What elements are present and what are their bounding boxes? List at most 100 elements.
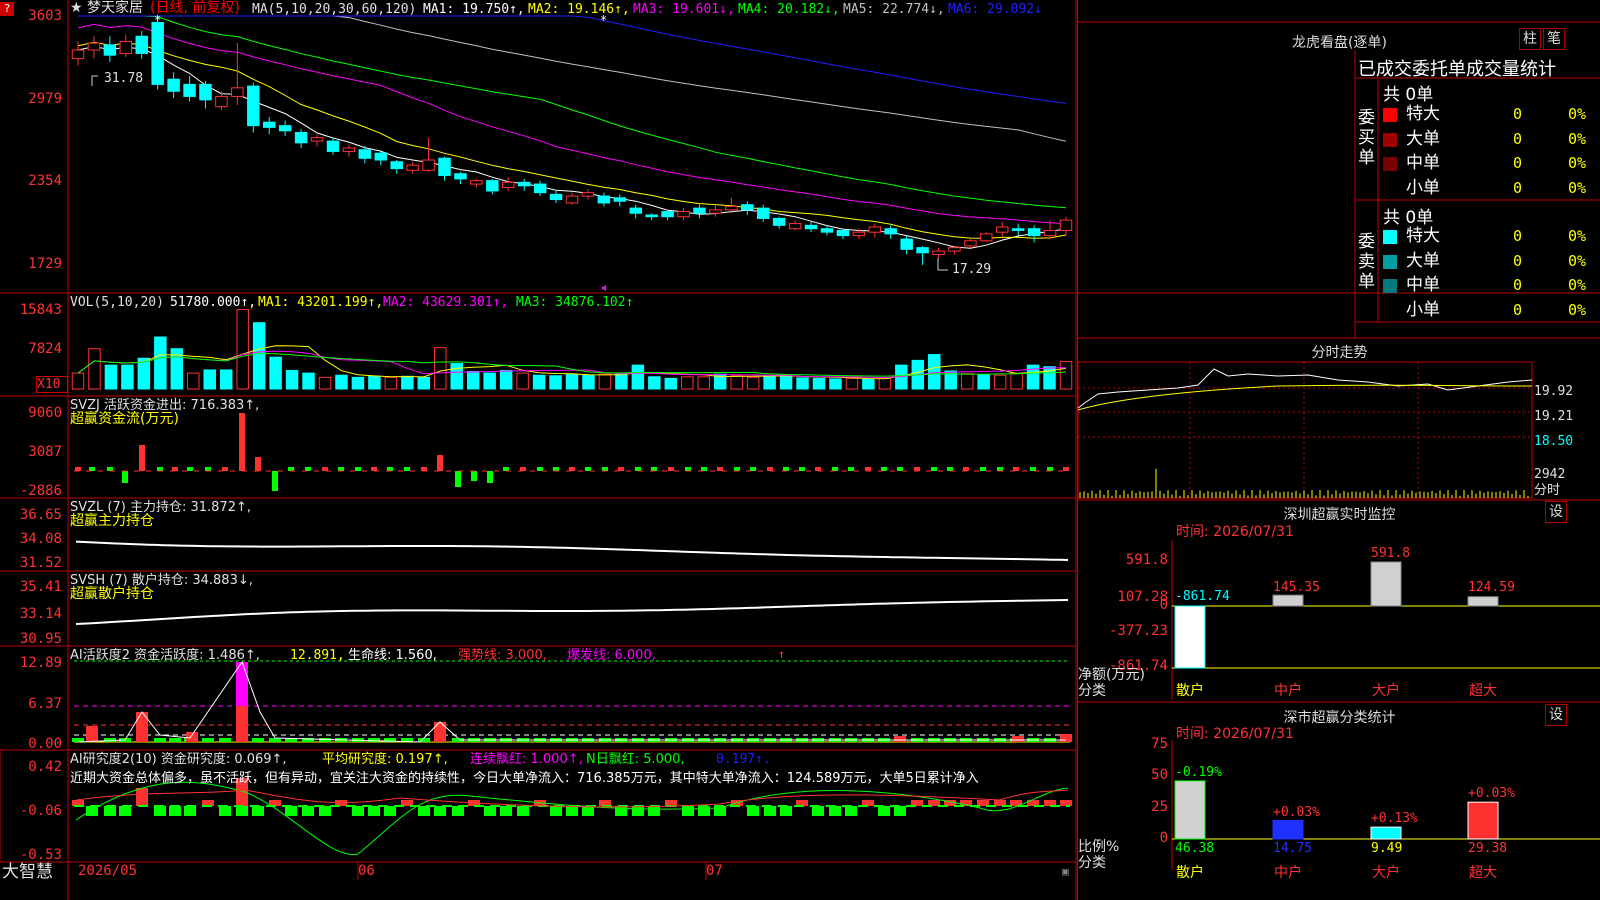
activity-bar [368,738,380,742]
candle-body [565,195,579,204]
candle-body [533,183,547,194]
ai2-v5: 0.197↑. [716,752,771,767]
volume-bar [779,374,793,390]
period-label[interactable]: (日线, 前复权) [150,1,240,16]
research-bar [119,806,131,816]
vol-unit-badge[interactable]: X10 [36,376,68,393]
volume-bar [829,378,842,390]
order-size-label: 大单 [1406,128,1440,149]
candle-body [326,140,340,152]
volume-bar [203,369,216,390]
brand-label: 大智慧 [2,862,53,882]
ai1-tick: 12.89 [19,655,62,671]
candle-body [804,224,818,230]
intraday-avg-line [1078,384,1533,411]
sz-monitor-bar-label: -861.74 [1175,589,1230,604]
volume-bar [681,376,694,390]
order-percent: 0% [1568,178,1587,197]
volume-bar [121,364,134,390]
main-holding-line [75,540,1069,561]
ma-line-4 [78,15,1067,209]
research-bar [384,806,396,816]
candle-body [549,193,563,201]
sz-stats-category: 散户 [1176,865,1204,881]
candle-body [756,207,770,219]
activity-bar [136,712,148,742]
svzl-tick: 36.65 [19,507,62,523]
fund-flow-bar [272,471,278,491]
sz-monitor-settings-button[interactable]: 设 [1545,501,1567,523]
research-bar [894,806,906,816]
ma2-value: MA2: 19.146↑, [528,2,630,17]
order-count: 0 [1513,105,1523,123]
fund-flow-bar [815,467,821,471]
candle-body [661,211,674,218]
fund-flow-bar [635,467,641,471]
svsh-tick: 33.14 [19,606,62,622]
sz-monitor-bar [1467,596,1499,607]
sz-stats-change-label: +0.13% [1371,811,1418,827]
candle-body [502,181,515,188]
svsh-sub: 超赢散户持仓 [70,586,154,602]
svzj-tick: 3087 [28,444,62,460]
research-bar [582,806,594,816]
research-bar [845,806,857,816]
sz-stats-category: 大户 [1372,865,1400,881]
ai1-tick: 0.00 [28,736,62,752]
research-bar [500,806,512,816]
order-size-label: 小单 [1406,177,1440,198]
fund-flow-bar [355,467,361,471]
sz-stats-bar [1174,780,1206,840]
fund-flow-bar [187,467,193,471]
research-bar [747,806,759,816]
fund-flow-bar [157,467,163,471]
fund-flow-bar [107,467,113,471]
order-size-label: 小单 [1406,299,1440,320]
fund-flow-bar [1030,467,1036,471]
order-color-swatch [1383,279,1397,293]
candle-body [231,87,244,97]
sz-stats-settings-button[interactable]: 设 [1545,704,1567,726]
padlock-icon[interactable]: ▣ [1062,864,1069,879]
order-count: 0 [1513,227,1523,245]
activity-bar [252,738,264,742]
activity-bar [186,732,198,742]
sz-monitor-tick: -377.23 [1108,623,1168,639]
volume-bar [187,372,200,390]
candle-body [836,229,850,237]
buy-total: 共 0单 [1383,85,1434,105]
research-bar [812,806,824,816]
ai1-v2: 12.891, [290,648,345,663]
volume-bar [993,374,1007,390]
sz-stats-time: 时间: 2026/07/31 [1176,726,1294,742]
fund-flow-bar [255,457,261,471]
volume-bar [730,375,743,390]
fund-flow-bar [651,467,657,471]
sz-monitor-category: 中户 [1274,683,1302,699]
x-tick-label: 06 [358,863,375,879]
candle-body [1011,228,1025,231]
stroke-mode-button[interactable]: 笔 [1543,28,1565,50]
fund-flow-bar [997,467,1003,471]
vol-tick: 7824 [28,341,62,357]
volume-bar [417,376,431,390]
sz-monitor-bar [1272,594,1304,607]
ma-line-1 [77,46,1067,249]
fund-flow-bar [734,467,740,471]
fund-flow-bar [305,467,311,471]
candle-body [390,161,403,170]
ma-label: MA(5,10,20,30,60,120) [252,2,417,17]
bar-mode-button[interactable]: 柱 [1519,28,1541,50]
fund-flow-bar [89,467,95,471]
ai2-label: AI研究度2(10) 资金研究度: 0.069↑, [70,752,287,767]
left-chart-area[interactable]: * * ↑ ? ★ 梦天家居 (日线, 前复权) MA(5,10,20,30,60,… [0,0,1077,900]
vol-ma1: MA1: 43201.199↑, [258,295,384,310]
high-marker: 31.78 [104,71,144,86]
buy-side-label: 委买单 [1358,108,1375,168]
activity-bar [1060,734,1072,742]
volume-bar [582,374,595,390]
candle-body [167,78,180,92]
sz-stats-change-label: -0.19% [1175,764,1222,780]
fund-flow-bar [799,467,805,471]
research-bar [169,806,181,816]
